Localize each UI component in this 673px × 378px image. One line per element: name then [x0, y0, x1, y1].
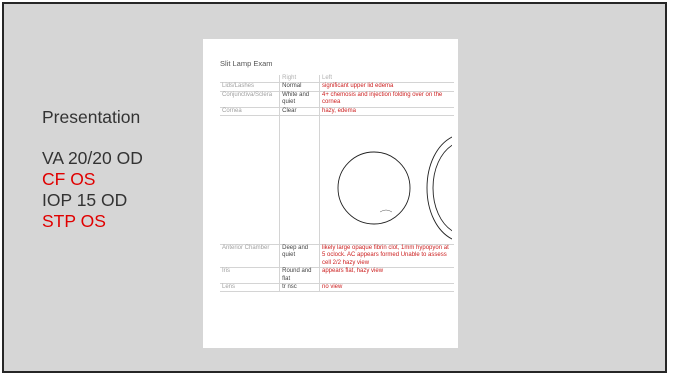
right-eye-value: Deep and quiet — [279, 244, 320, 269]
presentation-panel: Presentation VA 20/20 OD CF OS IOP 15 OD… — [42, 107, 192, 232]
header-left: Left — [319, 75, 454, 84]
right-eye-value: Normal — [279, 82, 320, 92]
table-row — [220, 115, 454, 246]
slit-lamp-exam-document: Slit Lamp Exam Right Left Lids/Lashes No… — [203, 39, 458, 348]
right-eye-value: Round and flat — [279, 267, 320, 285]
outer-arc — [426, 136, 452, 240]
header-blank — [220, 75, 280, 84]
left-eye-value: likely large opaque fibrin clot, 1mm hyp… — [319, 244, 454, 269]
iop-od-line: IOP 15 OD — [42, 190, 128, 210]
row-label: Cornea — [220, 107, 280, 117]
cf-os-line: CF OS — [42, 169, 96, 189]
right-eye-value: Clear — [279, 107, 320, 117]
cornea-circle — [337, 151, 411, 225]
va-od-line: VA 20/20 OD — [42, 148, 143, 168]
stp-os-line: STP OS — [42, 211, 106, 231]
table-row: Cornea Clear hazy, edema — [220, 107, 454, 117]
row-label: Anterior Chamber — [220, 244, 280, 269]
row-label: Iris — [220, 267, 280, 285]
table-row: Lids/Lashes Normal significant upper lid… — [220, 82, 454, 92]
exam-title: Slit Lamp Exam — [220, 59, 273, 68]
slide: Presentation VA 20/20 OD CF OS IOP 15 OD… — [2, 2, 667, 373]
left-eye-value: no view — [319, 283, 454, 293]
table-header-row: Right Left — [220, 75, 454, 84]
table-row: Lens tr nsc no view — [220, 283, 454, 293]
left-eye-value: appears flat, hazy view — [319, 267, 454, 285]
inner-arc — [432, 144, 452, 232]
row-label: Conjunctiva/Sclera — [220, 91, 280, 108]
exam-table: Right Left Lids/Lashes Normal significan… — [220, 75, 454, 293]
right-eye-value: tr nsc — [279, 283, 320, 293]
left-eye-value: significant upper lid edema — [319, 82, 454, 92]
hypopyon-mark — [379, 209, 393, 213]
left-eye-value: 4+ chemosis and injection folding over o… — [319, 91, 454, 108]
cornea-drawing — [337, 136, 452, 240]
row-label: Lens — [220, 283, 280, 293]
table-row: Iris Round and flat appears flat, hazy v… — [220, 267, 454, 285]
right-eye-value: White and quiet — [279, 91, 320, 108]
presentation-heading: Presentation — [42, 107, 141, 127]
cornea-sketch-cell — [319, 115, 454, 246]
left-eye-value: hazy, edema — [319, 107, 454, 117]
table-row: Anterior Chamber Deep and quiet likely l… — [220, 244, 454, 269]
header-right: Right — [279, 75, 320, 84]
row-label: Lids/Lashes — [220, 82, 280, 92]
table-row: Conjunctiva/Sclera White and quiet 4+ ch… — [220, 91, 454, 108]
